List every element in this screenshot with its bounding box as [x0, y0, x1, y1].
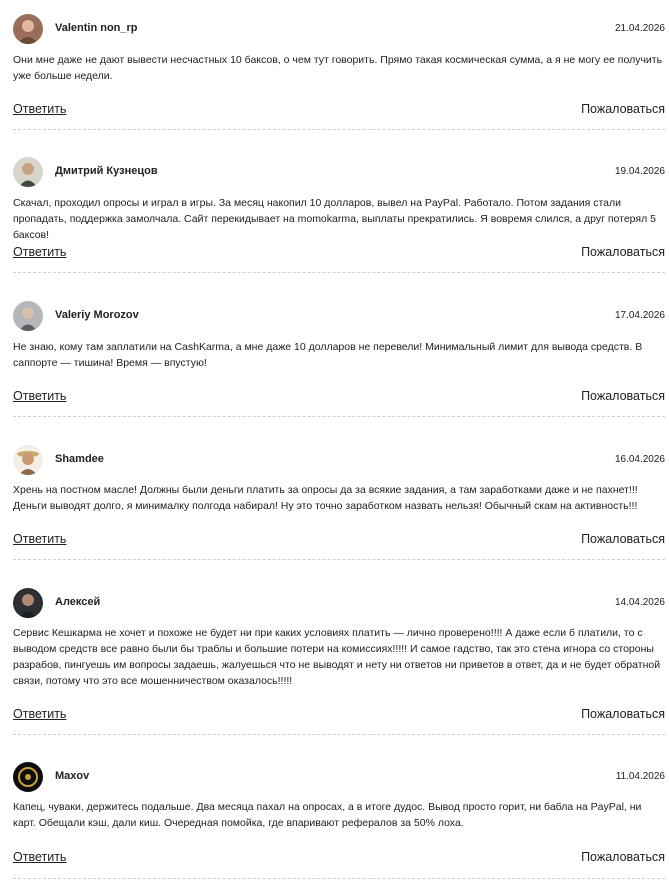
comment-actions: Ответить Пожаловаться	[13, 245, 665, 263]
author-name[interactable]: Valeriy Morozov	[55, 309, 139, 321]
reply-link[interactable]: Ответить	[13, 532, 66, 546]
comment-text: Они мне даже не дают вывести несчастных …	[13, 54, 663, 82]
report-link[interactable]: Пожаловаться	[581, 707, 665, 721]
author-name[interactable]: Shamdee	[55, 453, 104, 465]
reply-link[interactable]: Ответить	[13, 389, 66, 403]
user-photo-icon[interactable]	[13, 14, 43, 44]
report-link[interactable]: Пожаловаться	[581, 245, 665, 259]
comment-date: 14.04.2026	[614, 597, 665, 608]
report-link[interactable]: Пожаловаться	[581, 389, 665, 403]
comment-header: Valeriy Morozov 17.04.2026	[13, 301, 665, 331]
separator	[13, 559, 665, 560]
author-name[interactable]: Алексей	[55, 596, 100, 608]
comment-date: 17.04.2026	[614, 310, 665, 321]
author-name[interactable]: Maxov	[55, 770, 89, 782]
separator	[13, 878, 665, 879]
comment-text: Хрень на постном масле! Должны были день…	[13, 484, 638, 512]
report-link[interactable]: Пожаловаться	[581, 850, 665, 864]
user-photo-icon[interactable]	[13, 762, 43, 792]
comment-header: Shamdee 16.04.2026	[13, 445, 665, 475]
comment-text: Капец, чуваки, держитесь подальше. Два м…	[13, 801, 642, 829]
comment-date: 11.04.2026	[615, 771, 665, 782]
report-link[interactable]: Пожаловаться	[581, 532, 665, 546]
comment-header: Maxov 11.04.2026	[13, 762, 665, 792]
comment-header: Алексей 14.04.2026	[13, 588, 665, 618]
comment-actions: Ответить Пожаловаться	[13, 532, 665, 550]
comment-text: Скачал, проходил опросы и играл в игры. …	[13, 197, 656, 241]
comment-date: 21.04.2026	[614, 23, 665, 34]
user-photo-icon[interactable]	[13, 157, 43, 187]
separator	[13, 734, 665, 735]
user-photo-icon[interactable]	[13, 588, 43, 618]
separator	[13, 416, 665, 417]
user-photo-icon[interactable]	[13, 445, 43, 475]
comment-header: Дмитрий Кузнецов 19.04.2026	[13, 157, 665, 187]
comment-actions: Ответить Пожаловаться	[13, 102, 665, 120]
comment-actions: Ответить Пожаловаться	[13, 389, 665, 407]
comment-date: 19.04.2026	[614, 166, 665, 177]
author-name[interactable]: Дмитрий Кузнецов	[55, 165, 158, 177]
reply-link[interactable]: Ответить	[13, 707, 66, 721]
reply-link[interactable]: Ответить	[13, 850, 66, 864]
separator	[13, 129, 665, 130]
reply-link[interactable]: Ответить	[13, 245, 66, 259]
author-name[interactable]: Valentin non_rp	[55, 22, 138, 34]
user-photo-icon[interactable]	[13, 301, 43, 331]
reply-link[interactable]: Ответить	[13, 102, 66, 116]
comment-date: 16.04.2026	[614, 454, 665, 465]
comment-header: Valentin non_rp 21.04.2026	[13, 14, 665, 44]
comment-actions: Ответить Пожаловаться	[13, 707, 665, 725]
comment-actions: Ответить Пожаловаться	[13, 850, 665, 868]
comment-text: Не знаю, кому там заплатили на CashKarma…	[13, 341, 643, 369]
separator	[13, 272, 665, 273]
comment-text: Сервис Кешкарма не хочет и похоже не буд…	[13, 627, 661, 687]
report-link[interactable]: Пожаловаться	[581, 102, 665, 116]
